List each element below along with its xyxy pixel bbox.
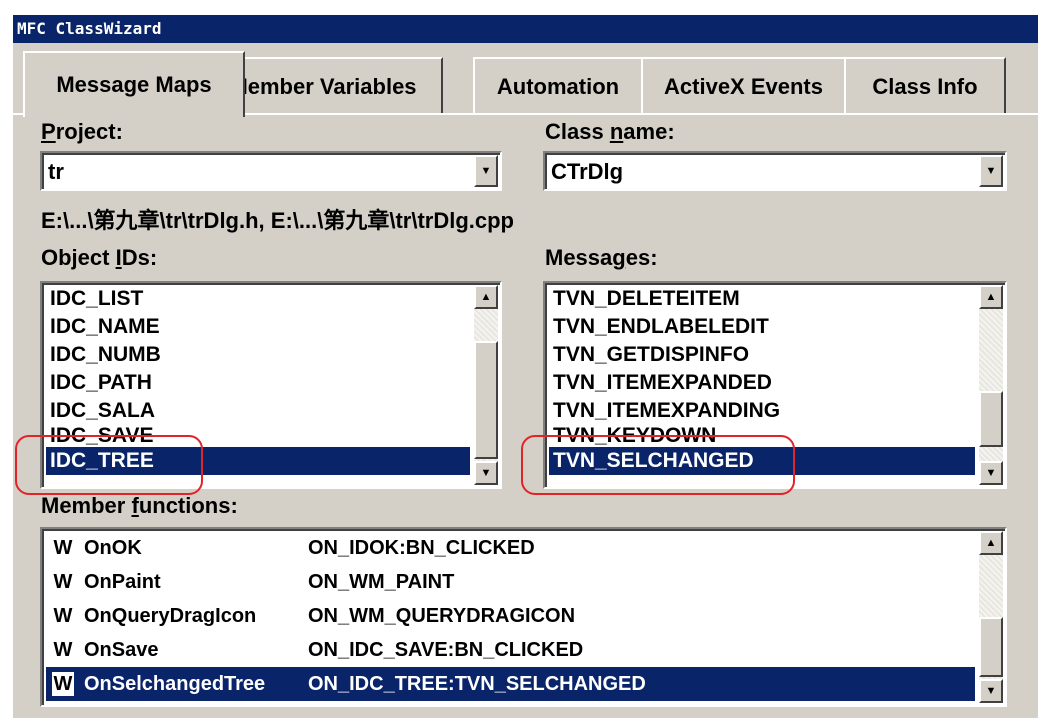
- file-path: E:\...\第九章\tr\trDlg.h, E:\...\第九章\tr\trD…: [41, 208, 515, 233]
- object-id-item[interactable]: IDC_SALA: [46, 397, 470, 425]
- windows-message-icon: W: [53, 571, 73, 593]
- message-map-entry: ON_WM_PAINT: [308, 571, 455, 593]
- project-dropdown-icon[interactable]: ▼: [474, 155, 498, 187]
- function-name: OnQueryDragIcon: [84, 605, 257, 627]
- classwizard-window: MFC ClassWizard Member Variables Automat…: [13, 15, 1038, 718]
- project-label: Project:: [41, 119, 123, 144]
- message-item[interactable]: TVN_ENDLABELEDIT: [549, 313, 975, 341]
- function-name: OnPaint: [84, 571, 161, 593]
- window-title: MFC ClassWizard: [17, 19, 162, 38]
- scroll-down-icon[interactable]: ▼: [474, 461, 498, 485]
- tab-label: Message Maps: [56, 72, 212, 97]
- message-item[interactable]: TVN_GETDISPINFO: [549, 341, 975, 369]
- messages-scrollbar[interactable]: [979, 285, 1003, 485]
- tab-automation[interactable]: Automation: [473, 57, 643, 115]
- object-id-item[interactable]: IDC_LIST: [46, 285, 470, 313]
- object-id-item[interactable]: IDC_NAME: [46, 313, 470, 341]
- messages-items: TVN_DELETEITEM TVN_ENDLABELEDIT TVN_GETD…: [549, 285, 975, 475]
- scroll-thumb[interactable]: [979, 391, 1003, 447]
- message-item-selected[interactable]: TVN_SELCHANGED: [549, 447, 975, 475]
- message-map-entry: ON_IDC_SAVE:BN_CLICKED: [308, 639, 584, 661]
- class-name-value: CTrDlg: [551, 159, 624, 184]
- member-function-row-selected[interactable]: W OnSelchangedTree ON_IDC_TREE:TVN_SELCH…: [46, 667, 975, 701]
- scroll-down-icon[interactable]: ▼: [979, 679, 1003, 703]
- member-function-row[interactable]: W OnPaint ON_WM_PAINT: [46, 565, 975, 599]
- class-name-dropdown-icon[interactable]: ▼: [979, 155, 1003, 187]
- object-ids-label: Object IDs:: [41, 245, 158, 270]
- member-function-row[interactable]: W OnSave ON_IDC_SAVE:BN_CLICKED: [46, 633, 975, 667]
- windows-message-icon: W: [53, 605, 73, 627]
- scroll-up-icon[interactable]: ▲: [474, 285, 498, 309]
- message-map-entry: ON_IDC_TREE:TVN_SELCHANGED: [308, 673, 646, 695]
- class-name-combo[interactable]: CTrDlg ▼: [543, 151, 1007, 191]
- message-item[interactable]: TVN_DELETEITEM: [549, 285, 975, 313]
- message-map-entry: ON_WM_QUERYDRAGICON: [308, 605, 576, 627]
- scroll-up-icon[interactable]: ▲: [979, 285, 1003, 309]
- tab-label: Class Info: [872, 74, 978, 99]
- object-id-item[interactable]: IDC_NUMB: [46, 341, 470, 369]
- message-item[interactable]: TVN_KEYDOWN: [549, 425, 975, 447]
- message-item[interactable]: TVN_ITEMEXPANDED: [549, 369, 975, 397]
- object-id-item[interactable]: IDC_PATH: [46, 369, 470, 397]
- function-name: OnSelchangedTree: [84, 673, 266, 695]
- windows-message-icon: W: [53, 639, 73, 661]
- object-ids-items: IDC_LIST IDC_NAME IDC_NUMB IDC_PATH IDC_…: [46, 285, 470, 475]
- function-name: OnOK: [84, 537, 142, 559]
- message-item[interactable]: TVN_ITEMEXPANDING: [549, 397, 975, 425]
- scroll-thumb[interactable]: [979, 617, 1003, 677]
- scroll-up-icon[interactable]: ▲: [979, 531, 1003, 555]
- message-map-entry: ON_IDOK:BN_CLICKED: [308, 537, 535, 559]
- windows-message-icon: W: [52, 672, 74, 696]
- scroll-thumb[interactable]: [474, 341, 498, 459]
- scroll-down-icon[interactable]: ▼: [979, 461, 1003, 485]
- member-functions-rows: W OnOK ON_IDOK:BN_CLICKED W OnPaint ON_W…: [46, 531, 975, 701]
- tab-message-maps[interactable]: Message Maps: [23, 51, 245, 117]
- tab-class-info[interactable]: Class Info: [844, 57, 1006, 115]
- member-function-row[interactable]: W OnQueryDragIcon ON_WM_QUERYDRAGICON: [46, 599, 975, 633]
- tab-activex-events[interactable]: ActiveX Events: [641, 57, 846, 115]
- messages-list[interactable]: TVN_DELETEITEM TVN_ENDLABELEDIT TVN_GETD…: [543, 281, 1007, 489]
- function-name: OnSave: [84, 639, 159, 661]
- tab-label: Member Variables: [229, 74, 417, 99]
- tab-label: Automation: [496, 74, 620, 99]
- member-function-row[interactable]: W OnOK ON_IDOK:BN_CLICKED: [46, 531, 975, 565]
- class-name-label: Class name:: [545, 119, 675, 144]
- title-bar: MFC ClassWizard: [13, 15, 1038, 43]
- project-value: tr: [48, 159, 64, 184]
- tab-label: ActiveX Events: [664, 74, 823, 99]
- object-ids-list[interactable]: IDC_LIST IDC_NAME IDC_NUMB IDC_PATH IDC_…: [40, 281, 502, 489]
- object-id-item[interactable]: IDC_SAVE: [46, 425, 470, 447]
- messages-label: Messages:: [545, 245, 658, 270]
- object-id-item-selected[interactable]: IDC_TREE: [46, 447, 470, 475]
- windows-message-icon: W: [53, 537, 73, 559]
- member-functions-label: Member functions:: [41, 493, 238, 518]
- project-combo[interactable]: tr ▼: [40, 151, 502, 191]
- member-functions-list[interactable]: W OnOK ON_IDOK:BN_CLICKED W OnPaint ON_W…: [40, 527, 1007, 707]
